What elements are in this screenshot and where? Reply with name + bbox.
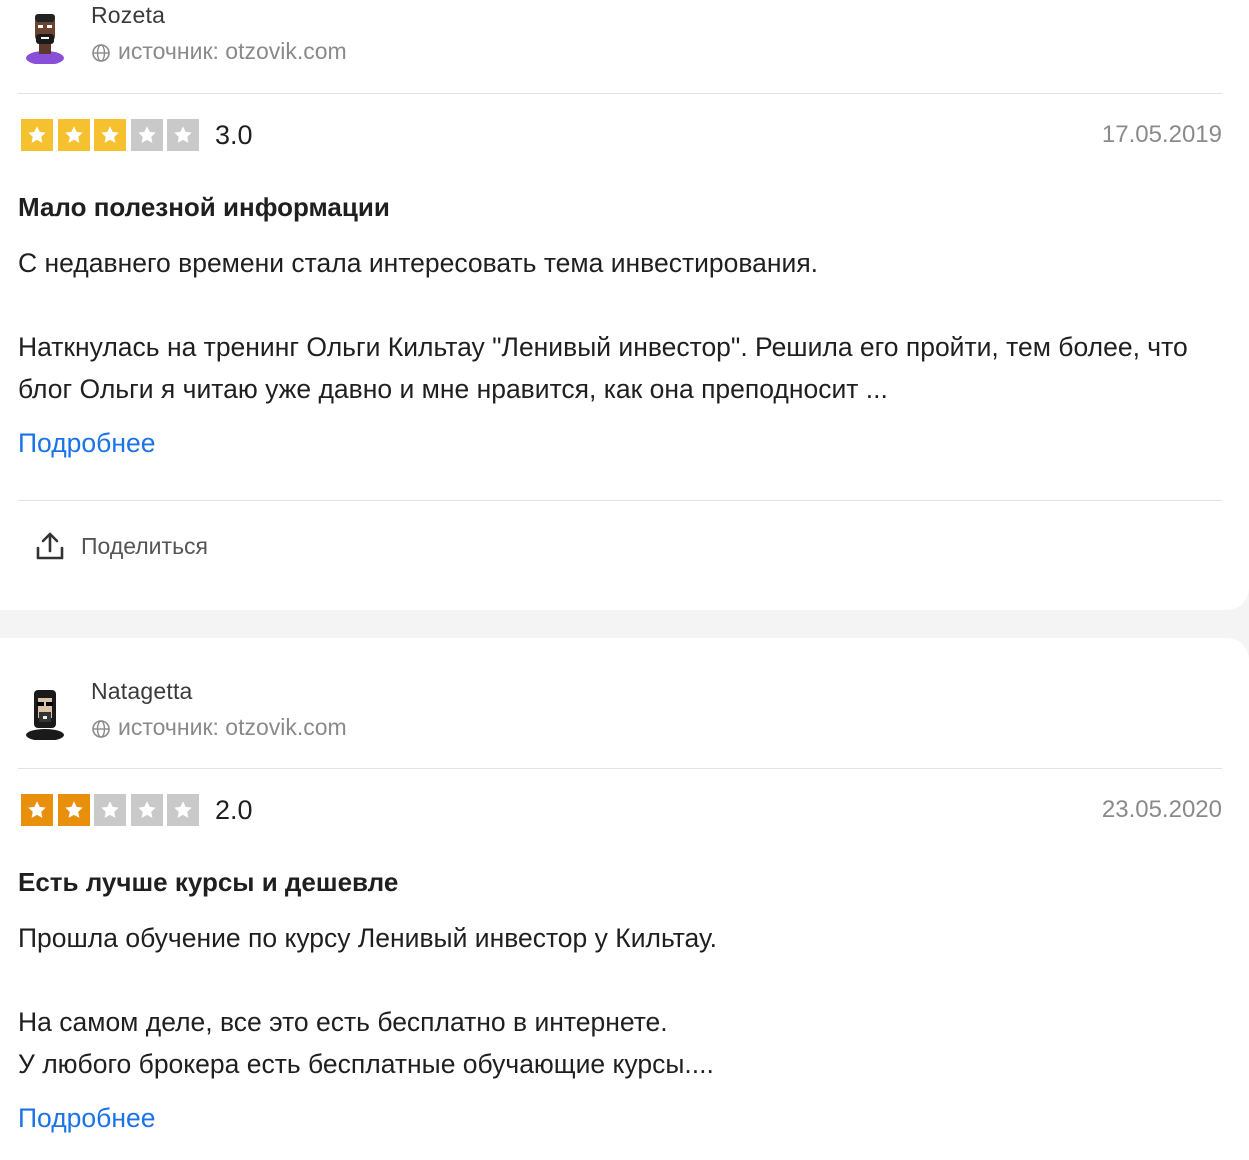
- star-filled-icon: [57, 794, 90, 826]
- review-body: С недавнего времени стала интересовать т…: [18, 248, 1188, 404]
- rating-row: 3.0 17.05.2019: [18, 119, 1222, 153]
- star-empty-icon: [167, 794, 200, 826]
- source-label: источник: otzovik.com: [118, 714, 347, 740]
- share-label: Поделиться: [81, 532, 209, 559]
- star-filled-icon: [94, 119, 127, 151]
- divider: [18, 768, 1222, 769]
- review-author: Rozeta источник: otzovik.com: [18, 0, 618, 70]
- author-name[interactable]: Rozeta: [91, 2, 165, 29]
- share-icon: [36, 532, 64, 560]
- star-empty-icon: [130, 119, 163, 151]
- star-filled-icon: [21, 119, 53, 151]
- star-filled-icon: [57, 119, 90, 151]
- review-card: Rozeta источник: otzovik.com 3.0 17.05.2…: [0, 0, 1249, 610]
- reviews-page: Rozeta источник: otzovik.com 3.0 17.05.2…: [0, 0, 1249, 1160]
- review-title: Есть лучше курсы и дешевле: [18, 867, 399, 897]
- avatar: [26, 690, 64, 740]
- star-rating: [21, 119, 204, 151]
- review-date: 23.05.2020: [1101, 796, 1222, 823]
- globe-icon: [92, 43, 110, 62]
- rating-value: 2.0: [215, 795, 253, 825]
- author-name[interactable]: Natagetta: [91, 678, 193, 705]
- read-more-link[interactable]: Подробнее: [18, 1103, 155, 1134]
- star-empty-icon: [167, 119, 200, 151]
- star-empty-icon: [94, 794, 127, 826]
- star-filled-icon: [21, 794, 53, 826]
- review-card: Natagetta источник: otzovik.com 2.0 23.0…: [0, 638, 1249, 1160]
- review-body: Прошла обучение по курсу Ленивый инвесто…: [18, 923, 717, 1079]
- star-rating: [21, 794, 204, 826]
- rating-row: 2.0 23.05.2020: [18, 794, 1222, 828]
- review-source: источник: otzovik.com: [91, 38, 347, 65]
- avatar: [26, 14, 64, 64]
- divider: [18, 500, 1222, 501]
- review-title: Мало полезной информации: [18, 192, 390, 222]
- divider: [18, 93, 1222, 94]
- review-author: Natagetta источник: otzovik.com: [18, 676, 618, 746]
- source-label: источник: otzovik.com: [118, 38, 347, 64]
- review-date: 17.05.2019: [1101, 121, 1222, 148]
- review-source: источник: otzovik.com: [91, 714, 347, 741]
- star-empty-icon: [130, 794, 163, 826]
- globe-icon: [92, 719, 110, 738]
- share-button[interactable]: Поделиться: [34, 530, 208, 562]
- read-more-link[interactable]: Подробнее: [18, 428, 155, 459]
- rating-value: 3.0: [215, 120, 253, 150]
